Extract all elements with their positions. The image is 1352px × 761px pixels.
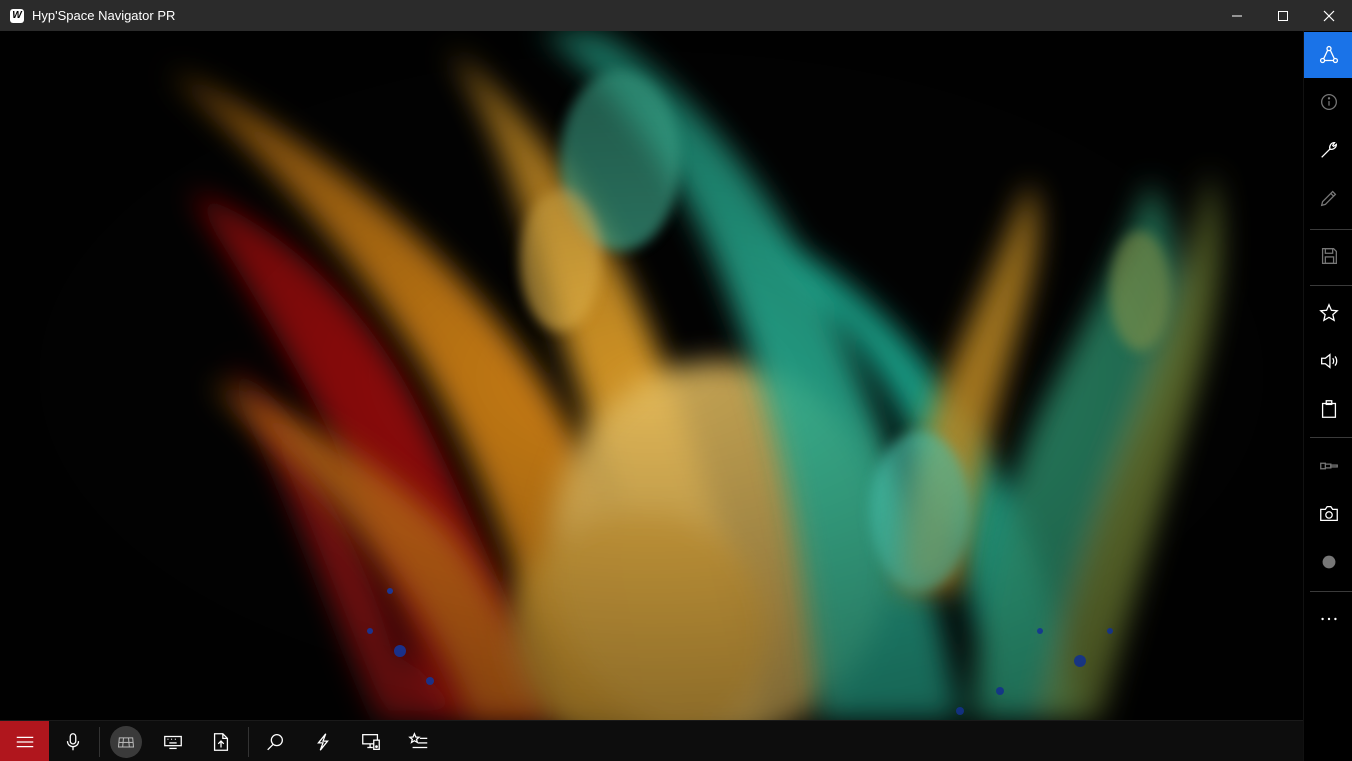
- export-icon: [213, 732, 229, 751]
- more-button[interactable]: [1304, 596, 1352, 642]
- volume-button[interactable]: [1304, 338, 1352, 384]
- bottom-toolbar: [0, 720, 1303, 761]
- microphone-button[interactable]: [49, 721, 97, 761]
- sidebar-divider: [1310, 591, 1352, 592]
- pencil-icon: [1320, 190, 1336, 207]
- title-bar: W Hyp'Space Navigator PR: [0, 0, 1352, 31]
- right-sidebar: [1303, 31, 1352, 761]
- network-button[interactable]: [1304, 32, 1352, 78]
- export-button[interactable]: [197, 721, 245, 761]
- camera-button[interactable]: [1304, 491, 1352, 537]
- toolbar-divider: [248, 727, 249, 757]
- lightning-icon: [317, 732, 329, 751]
- more-icon: [1320, 617, 1337, 621]
- microphone-icon: [66, 732, 80, 750]
- background-image: [0, 31, 1303, 720]
- star-button[interactable]: [1304, 290, 1352, 336]
- maximize-button[interactable]: [1260, 0, 1306, 31]
- sidebar-divider: [1310, 229, 1352, 230]
- volume-icon: [1320, 353, 1337, 369]
- favorites-list-icon: [408, 731, 428, 748]
- close-icon: [1323, 10, 1335, 21]
- search-button[interactable]: [251, 721, 299, 761]
- wrench-button[interactable]: [1304, 127, 1352, 173]
- menu-button[interactable]: [0, 721, 49, 761]
- grid-button-circle: [110, 725, 142, 758]
- maximize-icon: [1278, 10, 1288, 21]
- grid-button[interactable]: [102, 721, 150, 761]
- pencil-button[interactable]: [1304, 175, 1352, 221]
- save-button[interactable]: [1304, 233, 1352, 279]
- window-title: Hyp'Space Navigator PR: [32, 8, 176, 23]
- keyboard-button[interactable]: [149, 721, 197, 761]
- minimize-icon: [1232, 15, 1242, 16]
- lightning-button[interactable]: [299, 721, 347, 761]
- search-icon: [267, 733, 283, 750]
- wrench-icon: [1320, 142, 1337, 158]
- clipboard-icon: [1321, 400, 1336, 418]
- clipboard-button[interactable]: [1304, 386, 1352, 432]
- window-controls: [1214, 0, 1352, 31]
- info-icon: [1320, 94, 1337, 110]
- keyboard-icon: [164, 735, 182, 749]
- camera-icon: [1319, 506, 1338, 522]
- devices-button[interactable]: [347, 721, 395, 761]
- devices-icon: [362, 733, 380, 750]
- favorites-list-button[interactable]: [395, 721, 443, 761]
- star-icon: [1318, 303, 1339, 322]
- sidebar-divider: [1310, 285, 1352, 286]
- content-viewport[interactable]: [0, 31, 1303, 720]
- sidebar-divider: [1310, 437, 1352, 438]
- record-icon: [1322, 555, 1335, 569]
- toolbar-divider: [99, 727, 100, 757]
- flashlight-icon: [1319, 462, 1338, 470]
- close-button[interactable]: [1306, 0, 1352, 31]
- record-button[interactable]: [1304, 539, 1352, 585]
- menu-icon: [16, 736, 33, 747]
- save-icon: [1321, 248, 1337, 264]
- minimize-button[interactable]: [1214, 0, 1260, 31]
- network-icon: [1319, 45, 1338, 64]
- info-button[interactable]: [1304, 79, 1352, 125]
- grid-icon: [117, 736, 135, 747]
- flashlight-button[interactable]: [1304, 443, 1352, 489]
- app-logo-icon: W: [10, 8, 24, 23]
